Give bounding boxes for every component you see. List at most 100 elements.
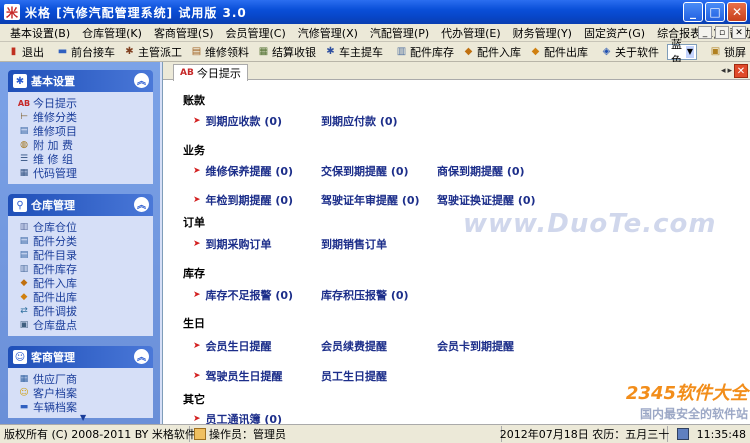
menu-basic-settings[interactable]: 基本设置(B) xyxy=(4,25,76,41)
status-time: 11:35:48 xyxy=(668,426,750,442)
sidebar-item-suppliers[interactable]: ▦ 供应厂商 xyxy=(18,372,153,386)
sidebar-item-today-tips[interactable]: AB 今日提示 xyxy=(18,96,153,110)
lock-screen-button[interactable]: ▣ 锁屏 xyxy=(705,44,750,60)
checkout-button[interactable]: ▦ 结算收银 xyxy=(253,44,320,60)
menu-warehouse[interactable]: 仓库管理(K) xyxy=(76,25,148,41)
smiley-icon: ☺ xyxy=(19,388,29,398)
sidebar-item-repair-category[interactable]: ⊢ 维修分类 xyxy=(18,110,153,124)
section-title-other: 其它 xyxy=(183,393,205,406)
link-driver-birthday-reminder[interactable]: ➤ 驾驶员生日提醒 xyxy=(193,368,283,384)
section-title-birthdays: 生日 xyxy=(183,317,205,330)
supervisor-dispatch-button[interactable]: ✱ 主管派工 xyxy=(119,44,186,60)
parts-inventory-button[interactable]: ▥ 配件库存 xyxy=(391,44,458,60)
sidebar-item-repair-group[interactable]: ☰ 维 修 组 xyxy=(18,152,153,166)
sidebar-item-code-management[interactable]: ▦ 代码管理 xyxy=(18,166,153,180)
link-overstock-alert[interactable]: 库存积压报警 (0) xyxy=(321,287,409,303)
collapse-icon[interactable]: ︽ xyxy=(134,73,149,88)
repair-material-button[interactable]: ▤ 维修领料 xyxy=(186,44,253,60)
link-license-renewal-reminder[interactable]: 驾驶证换证提醒 (0) xyxy=(437,192,536,208)
link-license-review-reminder[interactable]: 驾驶证年审提醒 (0) xyxy=(321,192,420,208)
menu-finance[interactable]: 财务管理(Y) xyxy=(507,25,578,41)
toolbar: ▮ 退出 ▬ 前台接车 ✱ 主管派工 ▤ 维修领料 ▦ 结算收银 ✱ 车主提车 ▥ 配件库存 … xyxy=(0,38,750,67)
link-member-birthday-reminder[interactable]: ➤ 会员生日提醒 xyxy=(193,338,272,354)
sidebar-item-repair-items[interactable]: ▤ 维修项目 xyxy=(18,124,153,138)
inventory-icon: ▥ xyxy=(396,46,407,57)
panel-merchants: ☺ 客商管理 ︽ ▦ 供应厂商 ☺ 客户档案 ▬ 车辆档案 xyxy=(8,346,153,418)
parts-outbound-button[interactable]: ◆ 配件出库 xyxy=(525,44,592,60)
sidebar-item-parts-inbound[interactable]: ◆ 配件入库 xyxy=(18,276,153,290)
link-receivables-due[interactable]: ➤ 到期应收款 (0) xyxy=(193,113,282,129)
group-icon: ☰ xyxy=(19,154,29,164)
maximize-button[interactable]: □ xyxy=(705,2,725,22)
link-member-card-expiry-reminder[interactable]: 会员卡到期提醒 xyxy=(437,338,514,354)
link-sales-orders-due[interactable]: 到期销售订单 xyxy=(321,236,387,252)
collapse-icon[interactable]: ︽ xyxy=(134,349,149,364)
window-title: 米格 [汽修汽配管理系统] 试用版 3.0 xyxy=(25,5,247,20)
sidebar-item-extra-fee[interactable]: ◍ 附 加 费 xyxy=(18,138,153,152)
link-low-stock-alert[interactable]: ➤ 库存不足报警 (0) xyxy=(193,287,293,303)
minimize-button[interactable]: _ xyxy=(683,2,703,22)
arrow-right-icon: ➤ xyxy=(193,414,201,424)
link-compulsory-insurance-reminder[interactable]: 交保到期提醒 (0) xyxy=(321,163,409,179)
link-commercial-insurance-reminder[interactable]: 商保到期提醒 (0) xyxy=(437,163,525,179)
sidebar-item-parts-category[interactable]: ▤ 配件分类 xyxy=(18,234,153,248)
sidebar-item-customers[interactable]: ☺ 客户档案 xyxy=(18,386,153,400)
ab-icon: AB xyxy=(17,98,31,108)
link-maintenance-reminder[interactable]: ➤ 维修保养提醒 (0) xyxy=(193,163,293,179)
link-payables-due[interactable]: 到期应付款 (0) xyxy=(321,113,398,129)
theme-select[interactable]: 蓝色 ▼ xyxy=(667,38,697,67)
menu-repair[interactable]: 汽修管理(X) xyxy=(292,25,364,41)
about-button[interactable]: ◈ 关于软件 xyxy=(596,44,663,60)
window-controls: _ □ ✕ xyxy=(683,2,747,22)
tab-today-tips[interactable]: AB 今日提示 xyxy=(173,64,248,81)
sidebar-item-parts-catalog[interactable]: ▤ 配件目录 xyxy=(18,248,153,262)
parts-inbound-button[interactable]: ◆ 配件入库 xyxy=(458,44,525,60)
brand-bottom-text: 国内最安全的软件站 xyxy=(639,407,748,421)
scroll-down-icon[interactable]: ▼ xyxy=(80,413,86,422)
link-purchase-orders-due[interactable]: ➤ 到期采购订单 xyxy=(193,236,272,252)
sidebar-item-parts-transfer[interactable]: ⇄ 配件调拔 xyxy=(18,304,153,318)
link-member-renewal-reminder[interactable]: 会员续费提醒 xyxy=(321,338,387,354)
brand-top-text: 2345软件大全 xyxy=(625,383,748,404)
menu-agency[interactable]: 代办管理(E) xyxy=(435,25,507,41)
shelf-icon: ▥ xyxy=(19,222,29,232)
tab-close-button[interactable]: ✕ xyxy=(734,64,748,78)
menu-merchants[interactable]: 客商管理(S) xyxy=(148,25,220,41)
collapse-icon[interactable]: ︽ xyxy=(134,197,149,212)
owner-pickup-button[interactable]: ✱ 车主提车 xyxy=(320,44,387,60)
sidebar-item-vehicles[interactable]: ▬ 车辆档案 xyxy=(18,400,153,414)
mdi-restore-button[interactable]: ▫ xyxy=(715,26,729,39)
panel-warehouse: ⚲ 仓库管理 ︽ ▥ 仓库仓位 ▤ 配件分类 ▤ 配件目录 ▥ 配件库存 ◆ 配件入库 ◆… xyxy=(8,194,153,336)
front-desk-pickup-button[interactable]: ▬ 前台接车 xyxy=(52,44,119,60)
link-annual-inspection-reminder[interactable]: ➤ 年检到期提醒 (0) xyxy=(193,192,293,208)
menu-members[interactable]: 会员管理(C) xyxy=(220,25,292,41)
title-bar: 米 米格 [汽修汽配管理系统] 试用版 3.0 _ □ ✕ xyxy=(0,0,750,24)
sidebar-item-warehouse-location[interactable]: ▥ 仓库仓位 xyxy=(18,220,153,234)
panel-header[interactable]: ☺ 客商管理 ︽ xyxy=(8,346,153,368)
panel-header[interactable]: ✱ 基本设置 ︽ xyxy=(8,70,153,92)
tab-prev-icon[interactable]: ◂ xyxy=(721,66,726,76)
tab-next-icon[interactable]: ▸ xyxy=(727,66,732,76)
transfer-icon: ⇄ xyxy=(20,306,28,316)
mdi-minimize-button[interactable]: _ xyxy=(698,26,712,39)
sidebar-item-parts-outbound[interactable]: ◆ 配件出库 xyxy=(18,290,153,304)
search-icon: ⚲ xyxy=(13,198,27,212)
menu-fixed-assets[interactable]: 固定资产(G) xyxy=(578,25,651,41)
calendar-icon xyxy=(676,428,689,440)
lock-icon: ▣ xyxy=(710,46,721,57)
status-date: 2012年07月18日 农历：五月三十 xyxy=(499,426,670,442)
sidebar-item-stocktaking[interactable]: ▣ 仓库盘点 xyxy=(18,318,153,332)
close-button[interactable]: ✕ xyxy=(727,2,747,22)
brand-watermark: 2345软件大全 国内最安全的软件站 xyxy=(626,379,748,422)
arrow-right-icon: ➤ xyxy=(193,341,201,351)
sidebar-item-parts-inventory[interactable]: ▥ 配件库存 xyxy=(18,262,153,276)
link-employee-birthday-reminder[interactable]: 员工生日提醒 xyxy=(321,368,387,384)
arrow-right-icon: ➤ xyxy=(193,166,201,176)
exit-icon: ▮ xyxy=(10,46,17,57)
status-bar: 版权所有 (C) 2008-2011 BY 米格软件 操作员：管理员 2012年… xyxy=(0,424,750,443)
mdi-close-button[interactable]: ✕ xyxy=(732,26,746,39)
exit-button[interactable]: ▮ 退出 xyxy=(3,44,48,60)
tab-strip: AB 今日提示 ◂ ▸ ✕ xyxy=(163,62,750,81)
panel-header[interactable]: ⚲ 仓库管理 ︽ xyxy=(8,194,153,216)
menu-parts[interactable]: 汽配管理(P) xyxy=(364,25,435,41)
